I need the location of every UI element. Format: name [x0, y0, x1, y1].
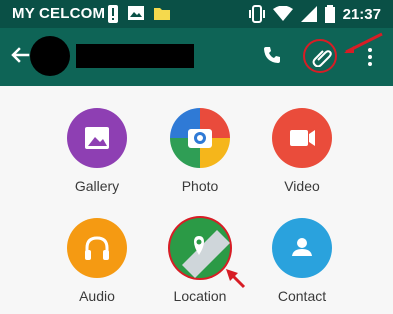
audio-option[interactable]: Audio — [52, 218, 142, 304]
wifi-icon — [272, 6, 293, 21]
location-option[interactable]: Location — [155, 218, 245, 304]
camera-icon — [170, 108, 230, 168]
headphones-icon — [67, 218, 127, 278]
status-bar: MY CELCOM 21:37 — [0, 0, 393, 28]
contact-option[interactable]: Contact — [257, 218, 347, 304]
attachment-grid: Gallery Photo Video Audio Location Conta… — [0, 86, 393, 314]
location-label: Location — [173, 288, 227, 304]
chat-app-bar — [0, 28, 393, 86]
attach-button[interactable] — [303, 39, 337, 73]
attachment-sheet: Gallery Photo Video Audio Location Conta… — [0, 86, 393, 314]
contact-label: Contact — [277, 288, 327, 304]
notification-icons — [107, 5, 171, 23]
vibrate-icon — [248, 5, 265, 23]
video-label: Video — [284, 178, 320, 194]
signal-icon — [300, 6, 317, 22]
video-icon — [272, 108, 332, 168]
audio-label: Audio — [79, 288, 115, 304]
back-arrow-icon[interactable] — [10, 45, 30, 65]
annotation-arrow-icon — [226, 269, 246, 289]
call-icon[interactable] — [262, 45, 282, 65]
photo-option[interactable]: Photo — [155, 108, 245, 194]
gallery-option[interactable]: Gallery — [52, 108, 142, 194]
gallery-icon — [67, 108, 127, 168]
contact-name-redacted[interactable] — [76, 44, 194, 68]
alert-icon — [108, 5, 118, 23]
video-option[interactable]: Video — [257, 108, 347, 194]
paperclip-icon — [312, 50, 332, 67]
avatar[interactable] — [30, 36, 70, 76]
image-icon — [128, 6, 144, 20]
location-icon — [170, 218, 230, 278]
folder-icon — [154, 8, 170, 20]
gallery-label: Gallery — [74, 178, 120, 194]
status-right: 21:37 — [248, 5, 381, 23]
battery-icon — [324, 5, 335, 23]
time-label: 21:37 — [342, 5, 381, 23]
contact-icon — [272, 218, 332, 278]
annotation-arrow-icon — [344, 32, 383, 54]
photo-label: Photo — [181, 178, 219, 194]
carrier-label: MY CELCOM — [12, 5, 106, 22]
more-options-icon[interactable] — [366, 47, 374, 67]
